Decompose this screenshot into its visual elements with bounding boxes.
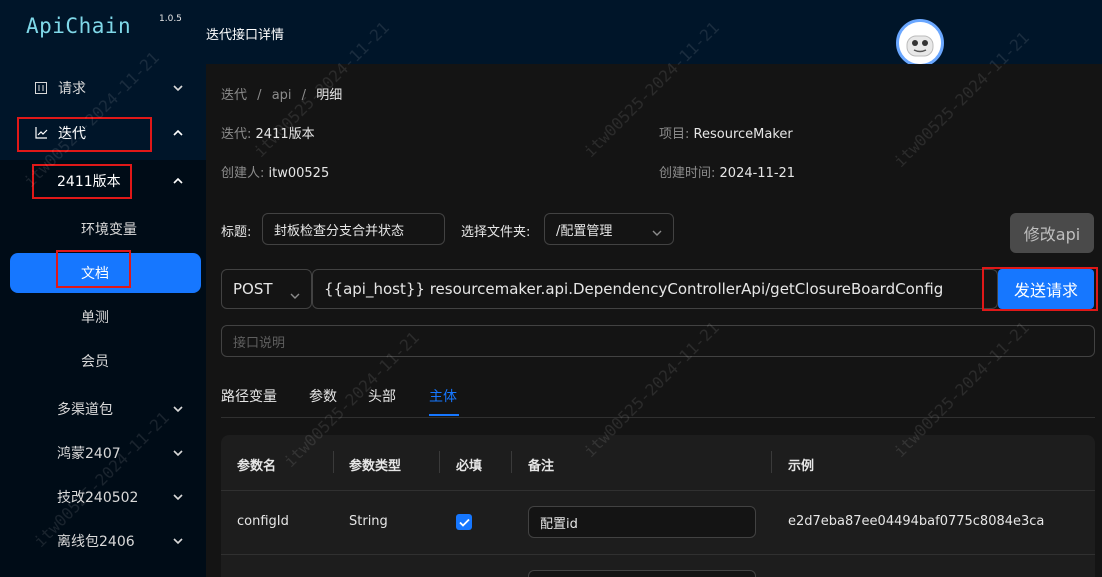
sidebar-item-label: 技改240502 <box>57 490 139 506</box>
sidebar-item-label: 单测 <box>81 310 109 326</box>
meta-value: 2411版本 <box>255 127 315 142</box>
breadcrumb-separator: / <box>301 88 307 103</box>
table-header-type: 参数类型 <box>349 459 402 474</box>
table-header-remark: 备注 <box>528 459 555 474</box>
chevron-down-icon <box>172 449 184 457</box>
sidebar-item-env-vars[interactable]: 环境变量 <box>0 209 206 249</box>
table-header-required: 必填 <box>456 459 483 474</box>
column-divider <box>333 451 334 473</box>
param-name: configId <box>237 514 289 529</box>
column-divider <box>439 451 440 473</box>
row-divider <box>221 490 1095 491</box>
sidebar-item-unit-test[interactable]: 单测 <box>0 297 206 337</box>
breadcrumb-item[interactable]: api <box>272 88 292 103</box>
app-logo: ApiChain <box>26 14 132 38</box>
title-input[interactable]: 封板检查分支合并状态 <box>262 213 445 245</box>
sidebar-item-offline-pkg[interactable]: 离线包2406 <box>0 521 206 561</box>
description-placeholder: 接口说明 <box>233 335 286 351</box>
sidebar-item-label: 会员 <box>81 354 109 370</box>
method-select[interactable]: POST <box>221 269 312 309</box>
top-header: 迭代接口详情 <box>206 0 1102 67</box>
sidebar-item-docs[interactable]: 文档 <box>0 253 206 293</box>
chevron-down-icon <box>651 226 663 241</box>
folder-select-value: /配置管理 <box>556 223 613 239</box>
tab-params[interactable]: 参数 <box>309 386 337 406</box>
breadcrumb-separator: / <box>257 88 262 103</box>
chevron-down-icon <box>289 286 301 304</box>
description-input[interactable]: 接口说明 <box>221 325 1095 357</box>
tabs-divider <box>221 417 1095 418</box>
param-example: e2d7eba87ee04494baf0775c8084e3ca <box>788 514 1045 529</box>
sidebar-item-iteration[interactable]: 迭代 <box>0 113 206 153</box>
meta-created-time: 创建时间: 2024-11-21 <box>659 162 795 181</box>
sidebar-item-label: 2411版本 <box>57 174 121 190</box>
chevron-up-icon <box>172 129 184 137</box>
column-divider <box>511 451 512 473</box>
meta-label: 创建时间: <box>659 166 716 181</box>
remark-input-value: 配置id <box>540 516 578 532</box>
chevron-down-icon <box>172 493 184 501</box>
table-header-example: 示例 <box>788 459 815 474</box>
meta-project: 项目: ResourceMaker <box>659 123 793 142</box>
robot-avatar-icon <box>899 22 941 64</box>
meta-value: ResourceMaker <box>693 127 793 142</box>
remark-input[interactable] <box>528 570 756 577</box>
sidebar-item-member[interactable]: 会员 <box>0 341 206 381</box>
sidebar-item-label: 环境变量 <box>81 222 137 238</box>
params-table: 参数名 参数类型 必填 备注 示例 configId String 配置id e… <box>221 435 1095 577</box>
table-header-name: 参数名 <box>237 459 277 474</box>
breadcrumb-current: 明细 <box>316 88 343 103</box>
title-input-value: 封板检查分支合并状态 <box>274 223 405 239</box>
remark-input[interactable]: 配置id <box>528 506 756 538</box>
edit-api-button[interactable]: 修改api <box>1010 213 1094 253</box>
meta-label: 迭代: <box>221 127 252 142</box>
sidebar-item-label: 请求 <box>58 81 86 97</box>
chevron-up-icon <box>172 177 184 185</box>
folder-select[interactable]: /配置管理 <box>544 213 674 245</box>
meta-label: 项目: <box>659 127 690 142</box>
sidebar-item-tech-upgrade[interactable]: 技改240502 <box>0 477 206 517</box>
sidebar-item-label: 离线包2406 <box>57 534 135 550</box>
sidebar-item-multichannel[interactable]: 多渠道包 <box>0 389 206 429</box>
main-content: 迭代 / api / 明细 迭代: 2411版本 项目: ResourceMak… <box>206 64 1102 577</box>
sidebar-item-version-2411[interactable]: 2411版本 <box>0 161 206 201</box>
breadcrumb-item[interactable]: 迭代 <box>221 88 247 103</box>
meta-iteration: 迭代: 2411版本 <box>221 123 315 142</box>
tab-active-indicator <box>429 414 459 416</box>
meta-value: itw00525 <box>268 166 330 181</box>
sidebar-item-label: 多渠道包 <box>57 402 113 418</box>
sidebar: ApiChain 1.0.5 请求 迭代 2411版本 环境变量 文档 单测 会… <box>0 0 206 577</box>
method-select-value: POST <box>233 280 273 298</box>
tab-path-vars[interactable]: 路径变量 <box>221 386 277 406</box>
checkmark-icon <box>458 518 470 527</box>
chart-line-icon <box>34 126 48 140</box>
app-version: 1.0.5 <box>159 14 182 24</box>
url-input[interactable]: {{api_host}} resourcemaker.api.Dependenc… <box>312 269 998 309</box>
chevron-down-icon <box>172 84 184 92</box>
meta-creator: 创建人: itw00525 <box>221 162 329 181</box>
folder-label: 选择文件夹: <box>461 225 531 240</box>
required-checkbox[interactable] <box>456 514 472 530</box>
column-divider <box>771 451 772 473</box>
param-type: String <box>349 514 388 529</box>
sidebar-item-label: 迭代 <box>58 126 86 142</box>
tab-headers[interactable]: 头部 <box>368 386 396 406</box>
chevron-down-icon <box>172 537 184 545</box>
sidebar-item-label: 文档 <box>81 266 109 282</box>
breadcrumb: 迭代 / api / 明细 <box>221 84 342 103</box>
meta-value: 2024-11-21 <box>719 166 796 181</box>
meta-label: 创建人: <box>221 166 265 181</box>
page-title: 迭代接口详情 <box>206 28 285 43</box>
avatar[interactable] <box>896 19 944 67</box>
tab-body[interactable]: 主体 <box>429 386 457 406</box>
sidebar-item-request[interactable]: 请求 <box>0 68 206 108</box>
request-icon <box>34 81 48 95</box>
row-divider <box>221 554 1095 555</box>
sidebar-item-harmony[interactable]: 鸿蒙2407 <box>0 433 206 473</box>
send-request-button[interactable]: 发送请求 <box>998 269 1094 309</box>
chevron-down-icon <box>172 405 184 413</box>
url-input-value: {{api_host}} resourcemaker.api.Dependenc… <box>324 280 944 298</box>
title-label: 标题: <box>221 225 252 240</box>
sidebar-item-label: 鸿蒙2407 <box>57 446 121 462</box>
